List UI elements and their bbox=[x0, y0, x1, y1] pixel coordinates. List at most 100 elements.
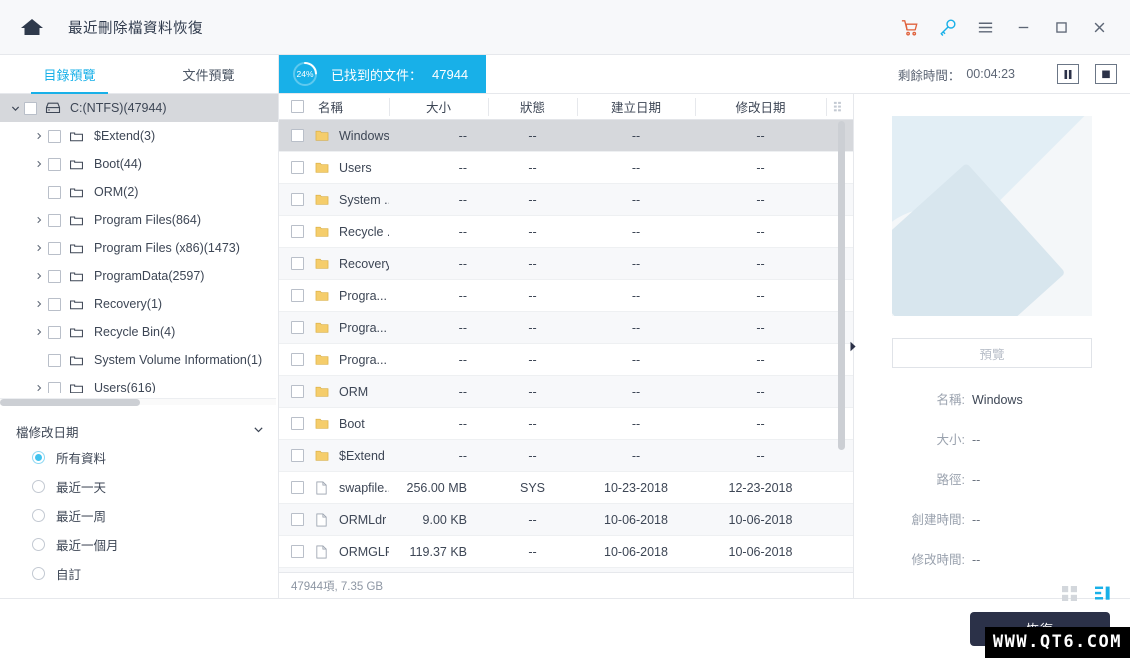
home-icon[interactable] bbox=[18, 13, 46, 41]
radio-last-day[interactable]: 最近一天 bbox=[0, 472, 278, 501]
radio-last-week[interactable]: 最近一周 bbox=[0, 501, 278, 530]
radio-indicator[interactable] bbox=[32, 480, 45, 493]
scrollbar-thumb[interactable] bbox=[0, 399, 140, 406]
radio-all-data[interactable]: 所有資料 bbox=[0, 443, 278, 472]
preview-button[interactable]: 預覽 bbox=[892, 338, 1092, 368]
tree-checkbox[interactable] bbox=[48, 213, 61, 227]
tree-item-recycle-bin[interactable]: Recycle Bin(4) bbox=[0, 318, 278, 346]
table-row[interactable]: System ... -- -- -- -- bbox=[279, 184, 853, 216]
radio-indicator[interactable] bbox=[32, 567, 45, 580]
tree-checkbox[interactable] bbox=[24, 101, 37, 115]
row-checkbox[interactable] bbox=[291, 417, 304, 430]
row-checkbox[interactable] bbox=[291, 353, 304, 366]
tree-checkbox[interactable] bbox=[48, 241, 61, 255]
row-checkbox[interactable] bbox=[291, 289, 304, 302]
close-icon[interactable] bbox=[1080, 8, 1118, 46]
table-row[interactable]: ORM -- -- -- -- bbox=[279, 376, 853, 408]
column-header-created[interactable]: 建立日期 bbox=[577, 94, 695, 120]
column-header-size[interactable]: 大小 bbox=[389, 94, 488, 120]
column-header-status[interactable]: 狀態 bbox=[488, 94, 577, 120]
radio-custom[interactable]: 自訂 bbox=[0, 559, 278, 588]
menu-icon[interactable] bbox=[966, 8, 1004, 46]
column-header-modified[interactable]: 修改日期 bbox=[695, 94, 826, 120]
list-view-icon[interactable] bbox=[1095, 586, 1110, 606]
chevron-right-icon[interactable] bbox=[30, 300, 48, 308]
row-checkbox[interactable] bbox=[291, 161, 304, 174]
tree-checkbox[interactable] bbox=[48, 129, 61, 143]
table-row[interactable]: Progra... -- -- -- -- bbox=[279, 312, 853, 344]
grid-view-icon[interactable] bbox=[1062, 586, 1077, 606]
row-checkbox[interactable] bbox=[291, 513, 304, 526]
chevron-right-icon[interactable] bbox=[30, 132, 48, 140]
date-filter-header[interactable]: 檔修改日期 bbox=[0, 419, 278, 443]
folder-icon bbox=[315, 417, 331, 430]
maximize-icon[interactable] bbox=[1042, 8, 1080, 46]
tree-checkbox[interactable] bbox=[48, 269, 61, 283]
tree-checkbox[interactable] bbox=[48, 353, 61, 367]
scrollbar-thumb[interactable] bbox=[838, 121, 845, 451]
table-row[interactable]: $Extend -- -- -- -- bbox=[279, 440, 853, 472]
chevron-right-icon[interactable] bbox=[30, 384, 48, 392]
table-row[interactable]: ORMGLR 119.37 KB -- 10-06-2018 10-06-201… bbox=[279, 536, 853, 568]
tree-item-programdata[interactable]: ProgramData(2597) bbox=[0, 262, 278, 290]
tab-file-preview[interactable]: 文件預覽 bbox=[139, 55, 278, 93]
minimize-icon[interactable] bbox=[1004, 8, 1042, 46]
chevron-right-icon[interactable] bbox=[30, 160, 48, 168]
chevron-right-icon[interactable] bbox=[30, 216, 48, 224]
row-checkbox[interactable] bbox=[291, 129, 304, 142]
radio-indicator[interactable] bbox=[32, 451, 45, 464]
chevron-right-icon[interactable] bbox=[30, 244, 48, 252]
tree-checkbox[interactable] bbox=[48, 297, 61, 311]
table-row[interactable]: Recycle ... -- -- -- -- bbox=[279, 216, 853, 248]
column-header-name[interactable]: 名稱 bbox=[279, 94, 389, 120]
chevron-right-icon[interactable] bbox=[30, 272, 48, 280]
chevron-down-icon[interactable] bbox=[253, 424, 264, 438]
row-checkbox[interactable] bbox=[291, 385, 304, 398]
row-checkbox[interactable] bbox=[291, 481, 304, 494]
table-row[interactable]: Windows -- -- -- -- bbox=[279, 120, 853, 152]
tree-checkbox[interactable] bbox=[48, 381, 61, 393]
tree-item-boot[interactable]: Boot(44) bbox=[0, 150, 278, 178]
table-row[interactable]: Boot -- -- -- -- bbox=[279, 408, 853, 440]
radio-indicator[interactable] bbox=[32, 509, 45, 522]
tree-item-extend[interactable]: $Extend(3) bbox=[0, 122, 278, 150]
tree-checkbox[interactable] bbox=[48, 157, 61, 171]
table-row[interactable]: bootmgr 375.31 KB -- 07-16-2016 07-16-20… bbox=[279, 568, 853, 572]
stop-button[interactable] bbox=[1095, 64, 1117, 84]
table-row[interactable]: Users -- -- -- -- bbox=[279, 152, 853, 184]
row-checkbox[interactable] bbox=[291, 193, 304, 206]
table-vertical-scrollbar[interactable] bbox=[838, 121, 845, 538]
key-icon[interactable] bbox=[928, 8, 966, 46]
tree-item-c-ntfs[interactable]: C:(NTFS)(47944) bbox=[0, 94, 278, 122]
tree-item-orm[interactable]: ORM(2) bbox=[0, 178, 278, 206]
row-checkbox[interactable] bbox=[291, 257, 304, 270]
file-rows[interactable]: Windows -- -- -- -- Users -- -- -- -- Sy… bbox=[279, 120, 853, 572]
radio-last-month[interactable]: 最近一個月 bbox=[0, 530, 278, 559]
scrollbar-track[interactable] bbox=[0, 398, 276, 406]
row-checkbox[interactable] bbox=[291, 545, 304, 558]
select-all-checkbox[interactable] bbox=[291, 100, 304, 113]
tab-directory-preview[interactable]: 目錄預覽 bbox=[0, 55, 139, 94]
table-row[interactable]: Recovery -- -- -- -- bbox=[279, 248, 853, 280]
cart-icon[interactable] bbox=[890, 8, 928, 46]
table-row[interactable]: Progra... -- -- -- -- bbox=[279, 344, 853, 376]
preview-collapse-handle[interactable] bbox=[847, 94, 859, 598]
tree-item-program-files-x86[interactable]: Program Files (x86)(1473) bbox=[0, 234, 278, 262]
row-checkbox[interactable] bbox=[291, 225, 304, 238]
row-checkbox[interactable] bbox=[291, 449, 304, 462]
tree-checkbox[interactable] bbox=[48, 185, 61, 199]
tree-item-recovery[interactable]: Recovery(1) bbox=[0, 290, 278, 318]
chevron-down-icon[interactable] bbox=[6, 104, 24, 113]
tree-checkbox[interactable] bbox=[48, 325, 61, 339]
tree-item-system-volume-information[interactable]: System Volume Information(1) bbox=[0, 346, 278, 374]
table-row[interactable]: ORMLdr 9.00 KB -- 10-06-2018 10-06-2018 bbox=[279, 504, 853, 536]
sidebar-horizontal-scrollbar[interactable] bbox=[0, 393, 278, 409]
table-row[interactable]: Progra... -- -- -- -- bbox=[279, 280, 853, 312]
pause-button[interactable] bbox=[1057, 64, 1079, 84]
radio-indicator[interactable] bbox=[32, 538, 45, 551]
table-row[interactable]: swapfile... 256.00 MB SYS 10-23-2018 12-… bbox=[279, 472, 853, 504]
row-checkbox[interactable] bbox=[291, 321, 304, 334]
tree-item-users[interactable]: Users(616) bbox=[0, 374, 278, 393]
chevron-right-icon[interactable] bbox=[30, 328, 48, 336]
tree-item-program-files[interactable]: Program Files(864) bbox=[0, 206, 278, 234]
